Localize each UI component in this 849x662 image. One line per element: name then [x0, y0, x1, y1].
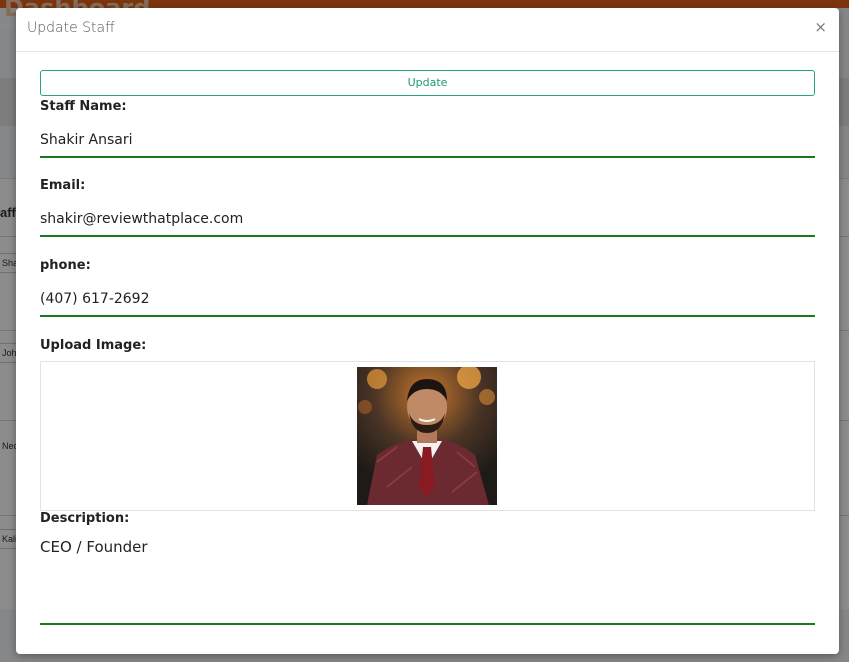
phone-input[interactable]: [40, 283, 815, 317]
description-underline: [40, 623, 815, 625]
modal-header: Update Staff ×: [16, 8, 839, 52]
staff-name-label: Staff Name:: [40, 99, 127, 114]
description-textarea[interactable]: CEO / Founder: [40, 538, 148, 556]
description-label: Description:: [40, 511, 130, 526]
staff-photo: [357, 367, 497, 505]
modal-title: Update Staff: [27, 20, 115, 36]
upload-image-label: Upload Image:: [40, 338, 147, 353]
close-icon[interactable]: ×: [814, 18, 827, 36]
phone-label: phone:: [40, 258, 91, 273]
portrait-image: [357, 367, 497, 505]
email-input[interactable]: [40, 203, 815, 237]
staff-name-input[interactable]: [40, 124, 815, 158]
update-staff-modal: Update Staff × Update Staff Name: Email:…: [16, 8, 839, 654]
update-button[interactable]: Update: [40, 70, 815, 96]
image-upload-dropzone[interactable]: [40, 361, 815, 511]
email-label: Email:: [40, 178, 86, 193]
